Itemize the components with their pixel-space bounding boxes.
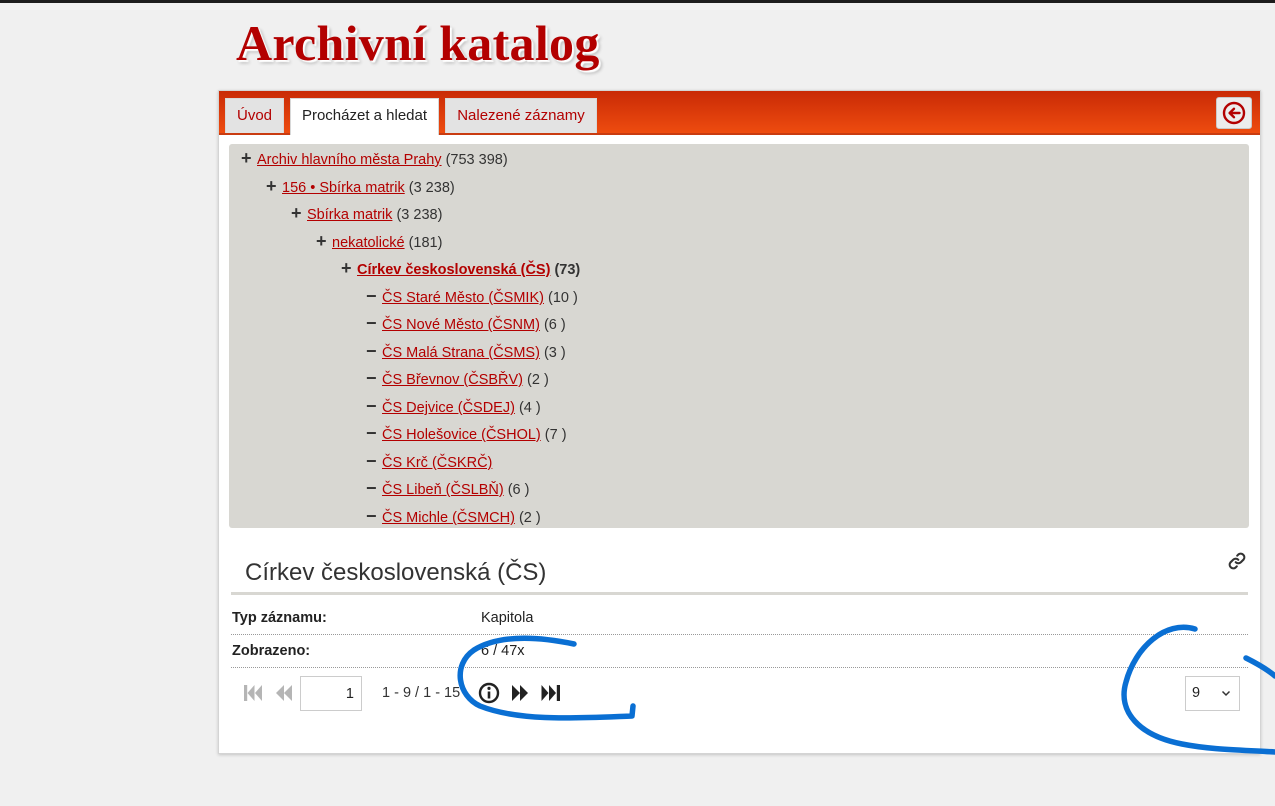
tree-node: + Sbírka matrik (3 238)	[291, 202, 442, 224]
arrow-left-circle-icon	[1222, 101, 1246, 125]
per-page-value: 9	[1192, 685, 1201, 701]
app-title: Archivní katalog	[236, 15, 600, 71]
tree-node-link[interactable]: Církev československá (ČS)	[357, 262, 550, 278]
tree-node-count: (3 238)	[396, 207, 443, 223]
main-panel: Úvod Procházet a hledat Nalezené záznamy…	[218, 90, 1261, 754]
back-button[interactable]	[1216, 97, 1252, 129]
field-value-typ-zaznamu: Kapitola	[481, 610, 534, 626]
tree-node: + Archiv hlavního města Prahy (753 398)	[241, 147, 508, 169]
tree-node-count: (6 )	[507, 482, 530, 498]
leaf-marker: −	[366, 286, 377, 306]
tree-leaf: − ČS Libeň (ČSLBŇ) (6 )	[366, 477, 529, 499]
tree-node-link[interactable]: nekatolické	[332, 235, 405, 251]
window-top-border	[0, 0, 1275, 3]
tree-node-link[interactable]: ČS Michle (ČSMCH)	[382, 510, 515, 526]
leaf-marker: −	[366, 341, 377, 361]
tab-uvod[interactable]: Úvod	[225, 98, 284, 133]
info-icon[interactable]	[477, 681, 501, 705]
tree-node-count: (6 )	[543, 317, 566, 333]
row-divider	[231, 667, 1248, 668]
tab-nalezene-zaznamy[interactable]: Nalezené záznamy	[445, 98, 597, 133]
tree-node-count: (753 398)	[445, 152, 508, 168]
expand-toggle[interactable]: +	[341, 257, 357, 279]
tree-node-count: (7 )	[544, 427, 567, 443]
leaf-marker: −	[366, 368, 377, 388]
leaf-marker: −	[366, 506, 377, 526]
tree-leaf: − ČS Michle (ČSMCH) (2 )	[366, 505, 541, 527]
tree-node-link[interactable]: 156 • Sbírka matrik	[282, 180, 405, 196]
skip-last-icon[interactable]	[539, 681, 563, 705]
tree-node: + nekatolické (181)	[316, 230, 442, 252]
link-icon[interactable]	[1226, 550, 1248, 572]
tree-node-link[interactable]: Archiv hlavního města Prahy	[257, 152, 442, 168]
row-divider	[231, 634, 1248, 635]
leaf-marker: −	[366, 396, 377, 416]
tree-leaf: − ČS Nové Město (ČSNM) (6 )	[366, 312, 566, 334]
record-title: Církev československá (ČS)	[245, 559, 547, 586]
expand-toggle[interactable]: +	[316, 230, 332, 252]
tree-leaf: − ČS Břevnov (ČSBŘV) (2 )	[366, 367, 549, 389]
tree-node-count: (2 )	[518, 510, 541, 526]
tree-node-count: (3 )	[543, 345, 566, 361]
tree-node-link[interactable]: ČS Břevnov (ČSBŘV)	[382, 372, 523, 388]
tree-node-count: (4 )	[518, 400, 541, 416]
tab-prochazet-a-hledat[interactable]: Procházet a hledat	[290, 98, 439, 135]
field-label-typ-zaznamu: Typ záznamu:	[232, 610, 327, 626]
tree-node-count: (3 238)	[408, 180, 455, 196]
tree-node-count: (181)	[408, 235, 443, 251]
tree-node: +156 • Sbírka matrik (3 238)	[266, 175, 455, 197]
title-divider	[231, 592, 1248, 595]
per-page-select[interactable]: 9	[1185, 676, 1240, 711]
tree-leaf: − ČS Staré Město (ČSMIK) (10 )	[366, 285, 578, 307]
tree-node-link[interactable]: ČS Holešovice (ČSHOL)	[382, 427, 541, 443]
tree-node-count: (73)	[554, 262, 581, 278]
skip-first-icon[interactable]	[241, 681, 265, 705]
tab-bar: Úvod Procházet a hledat Nalezené záznamy	[219, 91, 1260, 135]
tree-node-link[interactable]: ČS Malá Strana (ČSMS)	[382, 345, 540, 361]
expand-toggle[interactable]: +	[266, 175, 282, 197]
tree-node-link[interactable]: ČS Dejvice (ČSDEJ)	[382, 400, 515, 416]
tree-node-link[interactable]: Sbírka matrik	[307, 207, 392, 223]
record-range: 1 - 9 / 1 - 15	[382, 685, 461, 701]
tree-node-current: + Církev československá (ČS) (73)	[341, 257, 580, 279]
tree-leaf: − ČS Dejvice (ČSDEJ) (4 )	[366, 395, 541, 417]
rewind-icon[interactable]	[272, 681, 296, 705]
tree-node-link[interactable]: ČS Staré Město (ČSMIK)	[382, 290, 544, 306]
leaf-marker: −	[366, 313, 377, 333]
tree-node-count: (2 )	[527, 372, 549, 388]
tree-view: + Archiv hlavního města Prahy (753 398) +…	[229, 144, 1249, 528]
tree-leaf: − ČS Malá Strana (ČSMS) (3 )	[366, 340, 566, 362]
tree-node-link[interactable]: ČS Libeň (ČSLBŇ)	[382, 482, 504, 498]
tree-node-link[interactable]: ČS Krč (ČSKRČ)	[382, 455, 492, 471]
page-number-input[interactable]	[300, 676, 362, 711]
field-label-zobrazeno: Zobrazeno:	[232, 643, 311, 659]
fast-forward-icon[interactable]	[509, 681, 533, 705]
tree-leaf: − ČS Holešovice (ČSHOL) (7 )	[366, 422, 567, 444]
tree-leaf: − ČS Krč (ČSKRČ)	[366, 450, 492, 472]
tree-node-count: (10 )	[547, 290, 578, 306]
expand-toggle[interactable]: +	[291, 202, 307, 224]
tree-node-link[interactable]: ČS Nové Město (ČSNM)	[382, 317, 540, 333]
leaf-marker: −	[366, 478, 377, 498]
leaf-marker: −	[366, 451, 377, 471]
field-value-zobrazeno: 6 / 47x	[481, 643, 525, 659]
expand-toggle[interactable]: +	[241, 147, 257, 169]
chevron-down-icon	[1221, 690, 1231, 697]
leaf-marker: −	[366, 423, 377, 443]
